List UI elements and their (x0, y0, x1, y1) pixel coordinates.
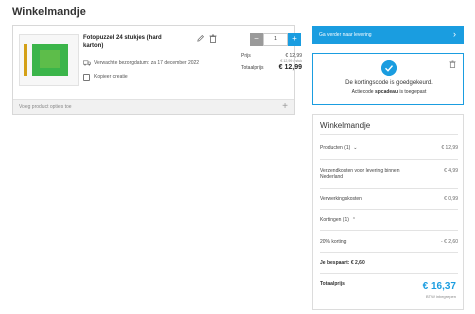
summary-discounts-row[interactable]: Kortingen (1) ⌃ (320, 217, 458, 223)
quantity-decrease-button[interactable]: − (250, 33, 263, 46)
quantity-input[interactable]: 1 (263, 33, 288, 46)
page-title: Winkelmandje (12, 6, 86, 18)
summary-discount-item-row: 20% korting - € 2,60 (320, 239, 458, 245)
chevron-up-icon: ⌃ (351, 217, 357, 223)
chevron-down-icon: ⌄ (353, 145, 358, 151)
summary-shipping-row: Verzendkosten voor levering binnen Neder… (320, 168, 458, 180)
summary-handling-row: Verwerkingskosten € 0,99 (320, 196, 458, 202)
trash-icon[interactable] (449, 60, 456, 68)
divider (320, 209, 458, 210)
summary-saved-row: Je bespaart: € 2,60 (320, 260, 458, 266)
copy-creation-label: Kopieer creatie (94, 74, 128, 80)
truck-icon (83, 60, 91, 66)
add-product-options-bar[interactable]: Voeg product opties toe + (13, 99, 294, 114)
summary-title: Winkelmandje (320, 121, 371, 130)
discount-code-applied: Actiecode spcadeau is toegepast (313, 89, 465, 95)
divider (320, 273, 458, 274)
vat-note: BTW inbegrepen (425, 294, 456, 299)
order-summary: Winkelmandje Producten (1) ⌄ € 12,99 Verz… (312, 114, 464, 310)
product-thumbnail[interactable] (19, 34, 79, 86)
total-label: Totaalprijs (320, 281, 345, 287)
copy-icon (83, 74, 90, 81)
divider (320, 159, 458, 160)
add-product-options-label: Voeg product opties toe (19, 104, 72, 110)
discount-name: 20% korting (320, 239, 347, 245)
continue-to-delivery-label: Ga verder naar levering (319, 32, 372, 38)
delivery-date-text: Verwachte bezorgdatum: za 17 december 20… (94, 60, 200, 66)
saved-label: Je bespaart: € 2,60 (320, 260, 365, 266)
continue-to-delivery-button[interactable]: Ga verder naar levering › (312, 26, 464, 44)
plus-icon: + (282, 101, 288, 112)
edit-icon[interactable] (196, 34, 205, 43)
handling-label: Verwerkingskosten (320, 196, 362, 202)
chevron-right-icon: › (453, 29, 456, 39)
delivery-date: Verwachte bezorgdatum: za 17 december 20… (83, 60, 203, 66)
shipping-value: € 4,99 (444, 168, 458, 174)
handling-value: € 0,99 (444, 196, 458, 202)
puzzle-image (32, 44, 68, 76)
price-block: Prijs € 12,99 € 12,99 / stuk Totaalprijs… (241, 53, 302, 72)
divider (320, 230, 458, 231)
item-total-label: Totaalprijs (241, 65, 264, 71)
discount-code-box: De kortingscode is goedgekeurd. Actiecod… (312, 53, 464, 105)
quantity-increase-button[interactable]: + (288, 33, 301, 46)
discount-approved-message: De kortingscode is goedgekeurd. (345, 80, 433, 86)
copy-creation-link[interactable]: Kopieer creatie (83, 74, 128, 81)
divider (320, 134, 458, 135)
product-title: Fotopuzzel 24 stukjes (hard karton) (83, 35, 162, 49)
summary-products-row[interactable]: Producten (1) ⌄ € 12,99 (320, 145, 458, 151)
discount-code: spcadeau (374, 89, 399, 95)
quantity-stepper: − 1 + (250, 33, 301, 46)
discount-code-prefix: Actiecode (351, 89, 374, 95)
divider (320, 188, 458, 189)
discounts-label: Kortingen (1) (320, 217, 349, 223)
cart-item-card: Fotopuzzel 24 stukjes (hard karton) Verw… (12, 25, 302, 115)
trash-icon[interactable] (209, 34, 217, 43)
discount-code-suffix: is toegepast (399, 89, 427, 95)
products-label: Producten (1) (320, 145, 351, 151)
thumbnail-accent (24, 44, 27, 76)
total-value: € 16,37 (422, 281, 456, 292)
shipping-label: Verzendkosten voor levering binnen Neder… (320, 168, 400, 180)
discount-value: - € 2,60 (441, 239, 458, 245)
price-label: Prijs (241, 53, 251, 59)
item-total-value: € 12,99 (278, 64, 302, 71)
divider (320, 252, 458, 253)
products-value: € 12,99 (441, 145, 458, 151)
check-icon (381, 60, 397, 76)
cart-item: Fotopuzzel 24 stukjes (hard karton) Verw… (13, 26, 302, 99)
